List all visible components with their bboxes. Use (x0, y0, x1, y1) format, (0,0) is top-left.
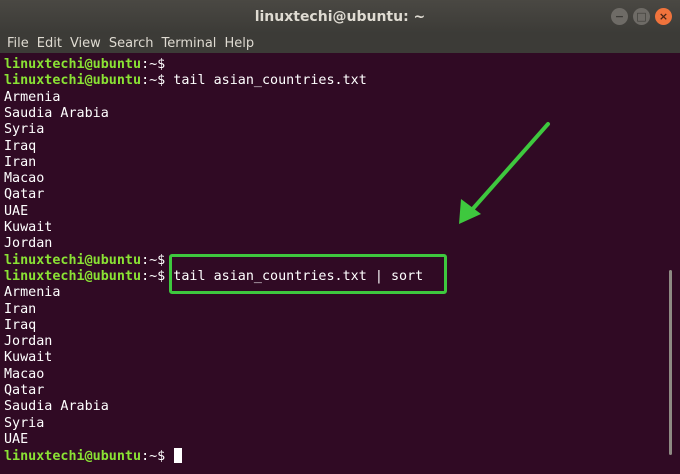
terminal-window: linuxtechi@ubuntu: ~ − □ × File Edit Vie… (0, 0, 680, 474)
green-arrow-icon (459, 122, 550, 224)
